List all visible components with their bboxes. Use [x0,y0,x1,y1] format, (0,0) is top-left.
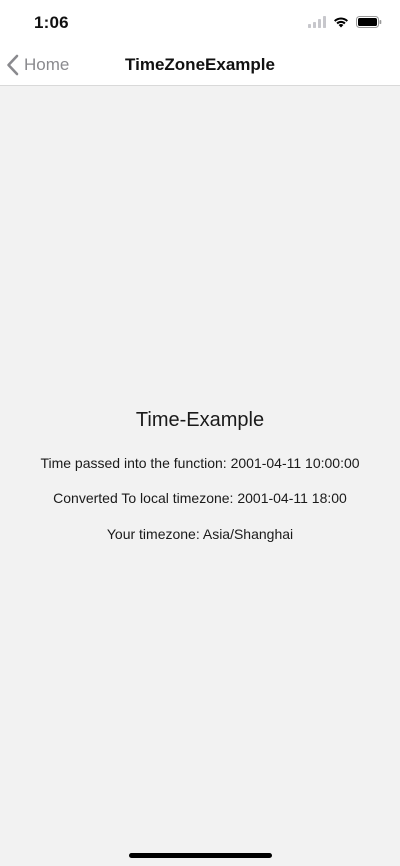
wifi-icon [334,17,348,28]
timezone-text: Your timezone: Asia/Shanghai [106,526,294,542]
battery-icon [356,16,382,28]
status-time: 1:06 [34,13,69,32]
status-icons [308,14,382,30]
status-bar: 1:06 [0,0,400,44]
navigation-bar: Home TimeZoneExample [0,44,400,86]
page-title: TimeZoneExample [125,55,275,74]
main-content: Time-Example Time passed into the functi… [0,86,400,866]
home-indicator[interactable] [129,853,272,858]
signal-icon [308,16,326,28]
example-heading: Time-Example [135,409,265,431]
time-passed-text: Time passed into the function: 2001-04-1… [40,455,360,471]
converted-time-text: Converted To local timezone: 2001-04-11 … [53,490,347,506]
